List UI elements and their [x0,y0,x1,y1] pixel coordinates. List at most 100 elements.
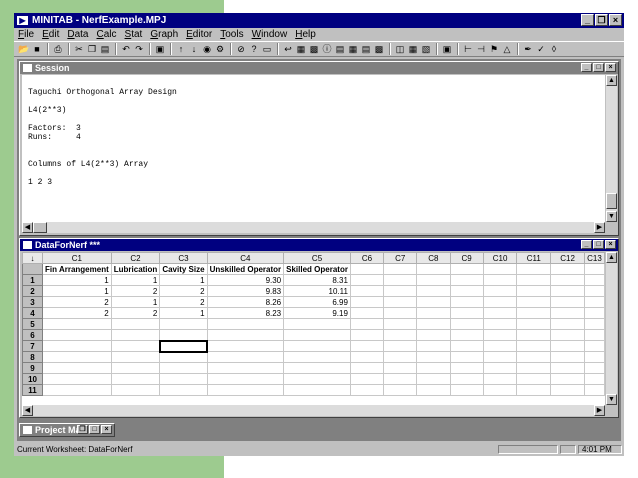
data-cell[interactable]: 8.31 [283,274,351,286]
row-header[interactable]: 9 [22,362,44,374]
column-name-cell[interactable] [416,263,451,275]
menu-stat[interactable]: Stat [121,29,147,40]
session-hscroll-thumb[interactable] [33,222,47,233]
data-cell[interactable] [110,340,161,352]
column-name-cell[interactable]: Unskilled Operator [206,263,285,275]
data-cell[interactable] [159,362,208,374]
scroll-up-arrow-icon[interactable]: ▲ [606,252,617,263]
project-manager-restore-button[interactable]: ❐ [77,425,88,434]
data-icon[interactable]: ▦ [295,43,307,55]
print-icon[interactable]: ⎙ [52,43,64,55]
brush-tool-icon[interactable]: ✓ [535,43,547,55]
data-cell[interactable] [159,373,208,385]
row-header[interactable]: 8 [22,351,44,363]
data-cell[interactable] [42,351,112,363]
data-cell[interactable] [482,329,518,341]
data-cell[interactable] [482,296,518,308]
column-header[interactable]: C1 [42,252,112,264]
data-cell[interactable] [416,351,451,363]
session-minimize-button[interactable]: _ [581,63,592,72]
project-manager-close-button[interactable]: × [101,425,112,434]
edit-last-dialog-icon[interactable]: ▣ [154,43,166,55]
worksheet-vscrollbar[interactable]: ▲ ▼ [606,252,617,405]
data-cell[interactable] [349,318,385,330]
data-cell[interactable] [482,318,518,330]
data-cell[interactable] [206,362,285,374]
data-cell[interactable] [416,340,451,352]
data-cell[interactable] [449,329,484,341]
data-cell[interactable] [383,351,418,363]
replace-icon[interactable]: ⚙ [214,43,226,55]
data-cell[interactable] [349,362,385,374]
data-cell[interactable] [516,329,552,341]
menu-help[interactable]: Help [291,29,320,40]
scroll-right-arrow-icon[interactable]: ▶ [594,222,605,233]
data-cell[interactable] [416,296,451,308]
data-cell[interactable] [349,329,385,341]
worksheet-maximize-button[interactable]: □ [593,240,604,249]
data-cell[interactable] [550,274,585,286]
worksheet-close-button[interactable]: × [605,240,616,249]
data-cell[interactable] [416,307,451,319]
row-header[interactable]: 4 [22,307,44,319]
data-cell[interactable] [416,274,451,286]
data-cell[interactable] [516,351,552,363]
column-header[interactable]: C8 [416,252,451,264]
row-header[interactable]: 5 [22,318,44,330]
data-cell[interactable] [482,373,518,385]
data-cell[interactable] [482,384,518,396]
undo-icon[interactable]: ↶ [120,43,132,55]
data-cell[interactable] [159,351,208,363]
data-cell[interactable]: 8.23 [206,307,285,319]
data-cell[interactable] [42,362,112,374]
data-cell[interactable]: 2 [42,307,112,319]
column-header[interactable]: C9 [449,252,484,264]
column-name-cell[interactable] [349,263,385,275]
data-cell[interactable] [482,351,518,363]
data-cell[interactable] [583,373,605,385]
data-cell[interactable]: 9.19 [283,307,351,319]
data-cell[interactable] [516,340,552,352]
worksheet-hscrollbar[interactable]: ◀ ▶ [22,405,605,416]
data-cell[interactable]: 2 [42,296,112,308]
data-cell[interactable]: 1 [110,296,161,308]
column-header[interactable]: C11 [516,252,552,264]
data-cell[interactable] [283,318,351,330]
data-cell[interactable] [383,307,418,319]
column-name-cell[interactable] [449,263,484,275]
menu-window[interactable]: Window [248,29,292,40]
column-header[interactable]: C5 [283,252,351,264]
column-header[interactable]: C7 [383,252,418,264]
data-cell[interactable] [416,384,451,396]
cancel-icon[interactable]: ⊘ [235,43,247,55]
data-cell[interactable] [516,296,552,308]
data-cell[interactable] [416,285,451,297]
data-cell[interactable] [583,307,605,319]
column-header[interactable]: C6 [349,252,385,264]
data-cell[interactable] [550,373,585,385]
row-icon[interactable]: ▣ [441,43,453,55]
data-cell[interactable] [449,285,484,297]
column-name-cell[interactable]: Fin Arrangement [42,263,112,275]
design-icon[interactable]: ▦ [407,43,419,55]
corner-cell[interactable]: ↓ [22,252,44,264]
next-icon[interactable]: ↓ [188,43,200,55]
data-cell[interactable] [516,285,552,297]
data-cell[interactable] [550,351,585,363]
prev-icon[interactable]: ↑ [175,43,187,55]
data-cell[interactable]: 2 [110,307,161,319]
data-cell[interactable] [206,351,285,363]
data-cell[interactable] [449,307,484,319]
row-header[interactable]: 11 [22,384,44,396]
data-cell[interactable] [283,329,351,341]
data-cell[interactable] [416,362,451,374]
column-name-cell[interactable]: Cavity Size [159,263,208,275]
data-cell[interactable] [449,362,484,374]
data-cell[interactable] [550,340,585,352]
project-manager-icon[interactable]: ▩ [308,43,320,55]
data-cell[interactable]: 1 [159,274,208,286]
data-cell[interactable] [449,296,484,308]
data-cell[interactable] [583,285,605,297]
data-cell[interactable] [449,274,484,286]
data-cell[interactable] [349,307,385,319]
